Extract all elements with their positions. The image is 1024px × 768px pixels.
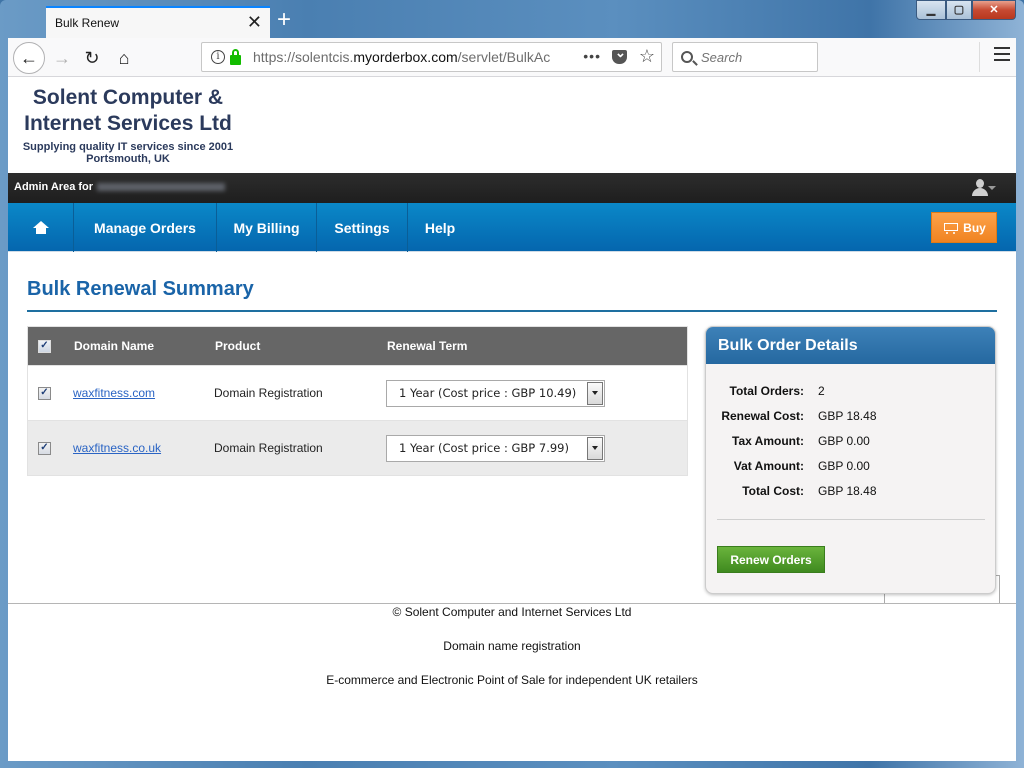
renewal-term-value: 1 Year (Cost price : GBP 10.49)	[399, 386, 577, 400]
tab-title: Bulk Renew	[55, 16, 120, 30]
url-domain: myorderbox.com	[353, 49, 458, 65]
buy-button[interactable]: Buy	[931, 212, 997, 243]
minimize-button[interactable]: ▁	[916, 0, 946, 20]
reload-button[interactable]: ↻	[78, 44, 106, 72]
reload-icon: ↻	[84, 47, 100, 68]
cart-icon	[942, 222, 959, 234]
url-bar[interactable]: i https://solentcis.myorderbox.com/servl…	[201, 42, 662, 72]
product-cell: Domain Registration	[214, 441, 323, 455]
logo-tagline: Supplying quality IT services since 2001	[22, 141, 234, 153]
pocket-icon[interactable]	[612, 45, 627, 64]
nav-home[interactable]	[8, 203, 74, 252]
close-window-button[interactable]: ✕	[972, 0, 1016, 20]
nav-my-billing[interactable]: My Billing	[217, 203, 317, 252]
logo-line-2: Internet Services Ltd	[24, 112, 232, 135]
browser-window: Bulk Renew ✕ + ▁ ▢ ✕ ← → ↻ ⌂ i https://s…	[0, 0, 1024, 768]
bookmark-star-icon[interactable]: ☆	[639, 46, 655, 67]
search-placeholder: Search	[701, 49, 743, 65]
renewal-term-value: 1 Year (Cost price : GBP 7.99)	[399, 441, 569, 455]
admin-bar: Admin Area for	[8, 173, 1016, 203]
footer-divider	[8, 603, 1016, 604]
renewal-table: ✓ Domain Name Product Renewal Term ✓ wax…	[27, 326, 688, 476]
row-checkbox[interactable]: ✓	[38, 386, 51, 400]
browser-toolbar: ← → ↻ ⌂ i https://solentcis.myorderbox.c…	[8, 38, 1016, 77]
back-button[interactable]: ←	[13, 42, 45, 74]
url-text[interactable]: https://solentcis.myorderbox.com/servlet…	[253, 49, 573, 65]
new-tab-button[interactable]: +	[277, 6, 291, 34]
nav-settings[interactable]: Settings	[317, 203, 408, 252]
panel-title: Bulk Order Details	[706, 327, 995, 364]
dropdown-arrow-icon[interactable]	[587, 381, 603, 405]
main-nav: Manage Orders My Billing Settings Help B…	[8, 203, 1016, 252]
select-all-checkbox[interactable]: ✓	[38, 339, 51, 353]
lock-icon	[230, 48, 241, 65]
row-checkbox[interactable]: ✓	[38, 441, 51, 455]
panel-divider	[717, 519, 985, 520]
admin-area-label: Admin Area for	[14, 181, 94, 193]
search-input[interactable]: Search	[672, 42, 818, 72]
header-renewal-term: Renewal Term	[387, 339, 468, 353]
bulk-order-details-panel: Bulk Order Details Total Orders: 2 Renew…	[705, 326, 996, 594]
search-icon	[681, 51, 693, 63]
url-suffix: /servlet/BulkAc	[457, 49, 551, 65]
hamburger-menu-icon[interactable]	[994, 47, 1010, 61]
user-icon[interactable]	[972, 179, 988, 197]
site-logo[interactable]: Solent Computer & Internet Services Ltd …	[8, 85, 248, 165]
toolbar-divider	[979, 42, 980, 72]
table-row: ✓ waxfitness.co.uk Domain Registration 1…	[28, 420, 687, 475]
table-row: ✓ waxfitness.com Domain Registration 1 Y…	[28, 365, 687, 420]
detail-tax-amount: Tax Amount: GBP 0.00	[732, 434, 870, 448]
nav-manage-orders[interactable]: Manage Orders	[74, 203, 217, 252]
logo-line-1: Solent Computer &	[32, 86, 224, 109]
tab-bulk-renew[interactable]: Bulk Renew ✕	[46, 6, 270, 38]
redacted-email	[97, 183, 226, 192]
arrow-right-icon: →	[53, 47, 71, 68]
minimize-icon: ▁	[926, 4, 936, 16]
renew-orders-button[interactable]: Renew Orders	[717, 546, 825, 573]
footer-link-ecommerce[interactable]: E-commerce and Electronic Point of Sale …	[8, 673, 1016, 687]
table-header: ✓ Domain Name Product Renewal Term	[28, 327, 687, 365]
home-icon: ⌂	[118, 47, 130, 68]
header-domain-name: Domain Name	[74, 339, 155, 353]
footer-copyright: © Solent Computer and Internet Services …	[392, 605, 632, 619]
home-icon	[32, 220, 49, 235]
footer-link-domain-registration[interactable]: Domain name registration	[8, 639, 1016, 653]
logo-location: Portsmouth, UK	[86, 153, 170, 165]
maximize-icon: ▢	[953, 4, 965, 16]
dropdown-arrow-icon[interactable]	[587, 436, 603, 460]
header-product: Product	[215, 339, 261, 353]
renewal-term-select[interactable]: 1 Year (Cost price : GBP 10.49)	[386, 379, 605, 407]
page-title: Bulk Renewal Summary	[27, 278, 254, 300]
close-tab-icon[interactable]: ✕	[247, 12, 262, 33]
close-icon: ✕	[989, 4, 999, 16]
title-divider	[27, 310, 997, 312]
domain-link[interactable]: waxfitness.co.uk	[73, 441, 161, 455]
detail-vat-amount: Vat Amount: GBP 0.00	[733, 459, 870, 473]
nav-help[interactable]: Help	[408, 203, 472, 252]
detail-renewal-cost: Renewal Cost: GBP 18.48	[721, 409, 877, 423]
maximize-button[interactable]: ▢	[946, 0, 972, 20]
buy-label: Buy	[963, 220, 986, 235]
detail-total-cost: Total Cost: GBP 18.48	[742, 484, 877, 498]
detail-total-orders: Total Orders: 2	[729, 384, 825, 398]
web-page: Solent Computer & Internet Services Ltd …	[8, 77, 1016, 761]
domain-link[interactable]: waxfitness.com	[73, 386, 155, 400]
home-button[interactable]: ⌂	[110, 44, 138, 72]
product-cell: Domain Registration	[214, 386, 323, 400]
chevron-down-icon[interactable]	[988, 186, 996, 190]
title-bar: Bulk Renew ✕ + ▁ ▢ ✕	[0, 0, 1024, 38]
arrow-left-icon: ←	[20, 47, 38, 68]
forward-button[interactable]: →	[48, 44, 76, 72]
url-prefix: https://solentcis.	[253, 49, 354, 65]
renewal-term-select[interactable]: 1 Year (Cost price : GBP 7.99)	[386, 434, 605, 462]
page-actions-icon[interactable]: •••	[583, 48, 601, 64]
info-icon[interactable]: i	[211, 50, 225, 64]
